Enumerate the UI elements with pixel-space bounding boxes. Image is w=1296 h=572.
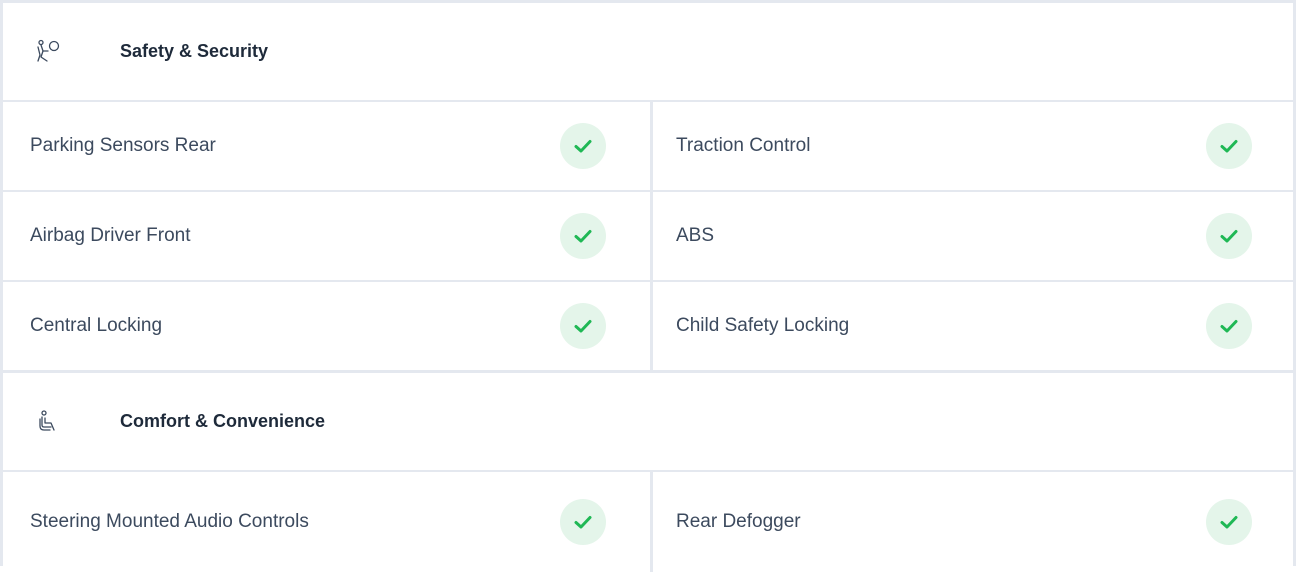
check-icon bbox=[560, 499, 606, 545]
column-divider bbox=[650, 472, 653, 572]
section-header-comfort: Comfort & Convenience bbox=[3, 373, 1293, 470]
feature-label: Steering Mounted Audio Controls bbox=[30, 510, 309, 532]
feature-label: Central Locking bbox=[30, 315, 163, 336]
check-icon bbox=[1206, 213, 1252, 259]
check-icon bbox=[560, 213, 606, 259]
feature-item: Parking Sensors Rear bbox=[30, 102, 650, 190]
divider bbox=[3, 470, 1293, 472]
feature-item: ABS bbox=[676, 192, 1296, 280]
check-icon bbox=[560, 123, 606, 169]
feature-label: ABS bbox=[676, 225, 715, 246]
check-icon bbox=[560, 303, 606, 349]
car-seat-icon bbox=[35, 409, 61, 435]
check-icon bbox=[1206, 303, 1252, 349]
features-panel: Safety & Security Parking Sensors Rear T… bbox=[0, 0, 1296, 572]
section-title: Comfort & Convenience bbox=[120, 411, 326, 431]
section-header-safety: Safety & Security bbox=[3, 3, 1293, 100]
airbag-icon bbox=[35, 39, 61, 65]
column-divider bbox=[650, 102, 653, 370]
feature-label: Parking Sensors Rear bbox=[30, 135, 216, 156]
feature-item: Child Safety Locking bbox=[676, 282, 1296, 370]
feature-label: Rear Defogger bbox=[676, 510, 801, 532]
check-icon bbox=[1206, 499, 1252, 545]
feature-label: Traction Control bbox=[676, 135, 811, 156]
feature-label: Child Safety Locking bbox=[676, 315, 850, 336]
feature-item: Traction Control bbox=[676, 102, 1296, 190]
feature-item: Rear Defogger bbox=[676, 474, 1296, 569]
feature-item: Steering Mounted Audio Controls bbox=[30, 474, 650, 569]
check-icon bbox=[1206, 123, 1252, 169]
feature-item: Central Locking bbox=[30, 282, 650, 370]
section-title: Safety & Security bbox=[120, 41, 269, 61]
feature-label: Airbag Driver Front bbox=[30, 225, 191, 246]
feature-item: Airbag Driver Front bbox=[30, 192, 650, 280]
